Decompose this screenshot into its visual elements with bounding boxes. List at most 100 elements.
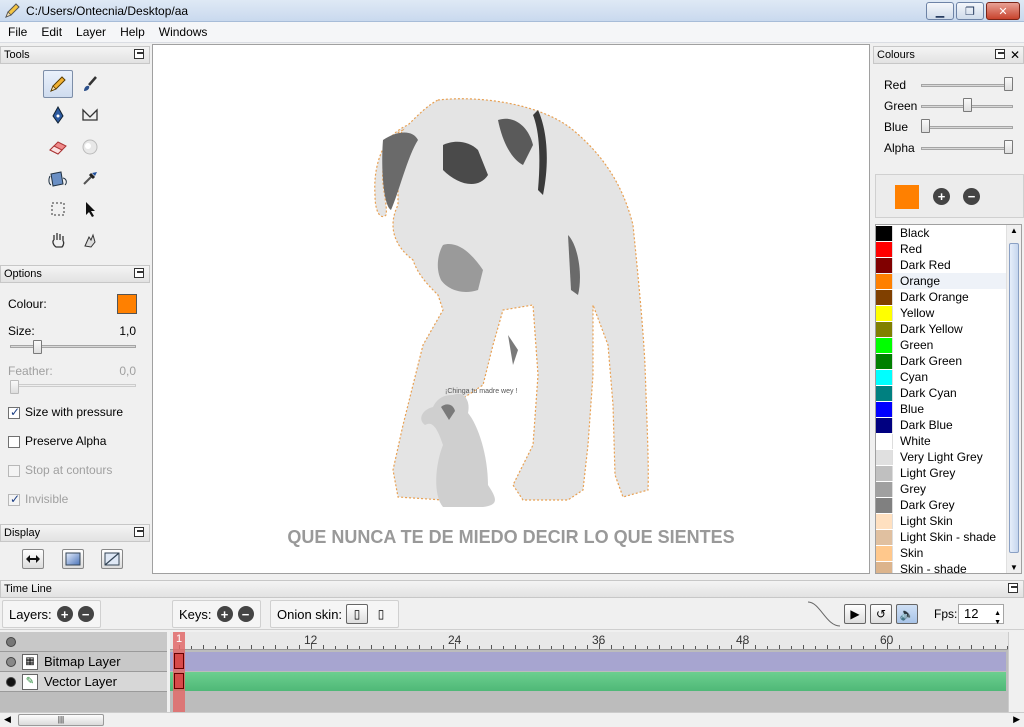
visibility-icon[interactable] bbox=[6, 656, 16, 667]
colour-list[interactable]: Black Red Dark Red Orange Dark Orange Yellow D… bbox=[875, 224, 1022, 574]
close-icon[interactable]: ✕ bbox=[1010, 47, 1020, 64]
colour-list-item[interactable]: Dark Grey bbox=[876, 497, 1008, 513]
colour-list-item[interactable]: Blue bbox=[876, 401, 1008, 417]
select-tool[interactable] bbox=[43, 195, 73, 223]
preserve-alpha-check[interactable] bbox=[8, 435, 20, 448]
size-pressure-checkbox[interactable]: Size with pressure bbox=[8, 405, 123, 419]
stop-contours-checkbox[interactable]: Stop at contours bbox=[8, 463, 112, 477]
size-slider-track[interactable] bbox=[10, 345, 136, 348]
current-colour-swatch[interactable] bbox=[895, 185, 919, 209]
alpha-slider-thumb[interactable] bbox=[1004, 140, 1013, 154]
keyframe[interactable] bbox=[174, 653, 184, 669]
remove-layer-button[interactable]: − bbox=[77, 606, 94, 622]
timeline-horizontal-scrollbar[interactable]: ||| ◀ ▶ bbox=[0, 712, 1024, 727]
pencil-tool[interactable] bbox=[43, 70, 73, 98]
colour-list-item[interactable]: Green bbox=[876, 337, 1008, 353]
frames-area[interactable]: 12 24 36 48 60 1 bbox=[170, 632, 1008, 712]
sound-button[interactable]: 🔈 bbox=[896, 604, 918, 624]
pen-tool[interactable] bbox=[43, 101, 73, 129]
invisible-checkbox[interactable]: Invisible bbox=[8, 492, 68, 506]
eraser-tool[interactable] bbox=[43, 133, 73, 161]
layer-row-bitmap[interactable]: ▦ Bitmap Layer bbox=[0, 652, 167, 672]
scroll-up-icon[interactable]: ▲ bbox=[1010, 226, 1018, 235]
diagonal-button[interactable] bbox=[101, 549, 123, 569]
colour-list-item[interactable]: Red bbox=[876, 241, 1008, 257]
onion-next-button[interactable]: ▯ bbox=[370, 604, 392, 624]
colour-list-scrollbar[interactable]: ▲ ▼ bbox=[1006, 225, 1021, 573]
float-icon[interactable] bbox=[134, 268, 144, 278]
fps-spinbox[interactable]: 12 ▲ ▼ bbox=[958, 604, 1004, 626]
scroll-down-icon[interactable]: ▼ bbox=[1010, 563, 1018, 572]
polyline-tool[interactable] bbox=[75, 101, 105, 129]
colour-list-item[interactable]: Black bbox=[876, 225, 1008, 241]
brush-tool[interactable] bbox=[75, 70, 105, 98]
colour-list-item[interactable]: Dark Green bbox=[876, 353, 1008, 369]
float-icon[interactable] bbox=[995, 49, 1005, 59]
maximize-button[interactable]: ❐ bbox=[956, 2, 984, 20]
preserve-alpha-checkbox[interactable]: Preserve Alpha bbox=[8, 434, 106, 448]
frame-ruler[interactable]: 12 24 36 48 60 bbox=[170, 632, 1008, 650]
hand-tool[interactable] bbox=[43, 226, 73, 254]
smudge-tool[interactable] bbox=[75, 133, 105, 161]
vector-layer-track[interactable] bbox=[170, 672, 1006, 691]
add-colour-button[interactable]: + bbox=[933, 188, 950, 205]
colour-list-item[interactable]: Dark Orange bbox=[876, 289, 1008, 305]
colour-list-item[interactable]: Skin bbox=[876, 545, 1008, 561]
pointer-tool[interactable] bbox=[75, 195, 105, 223]
scroll-thumb[interactable] bbox=[1009, 243, 1019, 553]
size-pressure-check[interactable] bbox=[8, 405, 20, 419]
drawing-canvas[interactable]: ¡Chinga tu madre wey ! QUE NUNCA TE DE M… bbox=[152, 44, 870, 574]
eyedropper-tool[interactable] bbox=[75, 164, 105, 192]
bitmap-layer-track[interactable] bbox=[170, 652, 1006, 671]
colour-list-item[interactable]: Light Grey bbox=[876, 465, 1008, 481]
stop-contours-check[interactable] bbox=[8, 464, 20, 477]
red-slider-track[interactable] bbox=[921, 84, 1013, 87]
remove-colour-button[interactable]: − bbox=[963, 188, 980, 205]
close-button[interactable]: ✕ bbox=[986, 2, 1020, 20]
colour-list-item[interactable]: Light Skin bbox=[876, 513, 1008, 529]
menu-file[interactable]: File bbox=[8, 25, 27, 39]
colour-list-item[interactable]: Dark Yellow bbox=[876, 321, 1008, 337]
colour-list-item[interactable]: Cyan bbox=[876, 369, 1008, 385]
flip-horizontal-button[interactable] bbox=[22, 549, 44, 569]
menu-windows[interactable]: Windows bbox=[159, 25, 208, 39]
layer-row-vector[interactable]: ✎ Vector Layer bbox=[0, 672, 167, 692]
size-slider-thumb[interactable] bbox=[33, 340, 43, 354]
scroll-right-icon[interactable]: ▶ bbox=[1013, 714, 1020, 725]
invisible-check[interactable] bbox=[8, 492, 20, 506]
colour-list-item[interactable]: White bbox=[876, 433, 1008, 449]
green-slider-thumb[interactable] bbox=[962, 98, 972, 112]
colour-list-item[interactable]: Dark Red bbox=[876, 257, 1008, 273]
colour-list-item[interactable]: Skin - shade bbox=[876, 561, 1008, 573]
loop-button[interactable]: ↺ bbox=[870, 604, 892, 624]
gradient-button[interactable] bbox=[62, 549, 84, 569]
colour-list-item[interactable]: Dark Cyan bbox=[876, 385, 1008, 401]
visibility-all-icon[interactable] bbox=[6, 636, 16, 647]
float-icon[interactable] bbox=[1008, 583, 1018, 593]
menu-help[interactable]: Help bbox=[120, 25, 145, 39]
feather-slider-thumb[interactable] bbox=[10, 380, 19, 394]
colour-list-item[interactable]: Very Light Grey bbox=[876, 449, 1008, 465]
add-key-button[interactable]: + bbox=[216, 606, 233, 622]
colour-swatch-button[interactable] bbox=[117, 294, 137, 314]
spin-down-icon[interactable]: ▼ bbox=[994, 614, 1001, 632]
colour-list-item[interactable]: Light Skin - shade bbox=[876, 529, 1008, 545]
blue-slider-thumb[interactable] bbox=[921, 119, 930, 133]
minimize-button[interactable]: ▁ bbox=[926, 2, 954, 20]
visibility-icon[interactable] bbox=[6, 676, 16, 687]
remove-key-button[interactable]: − bbox=[237, 606, 254, 622]
colour-list-item[interactable]: Orange bbox=[876, 273, 1008, 289]
smudge-hand-tool[interactable] bbox=[75, 226, 105, 254]
red-slider-thumb[interactable] bbox=[1004, 77, 1013, 91]
colour-list-item[interactable]: Grey bbox=[876, 481, 1008, 497]
feather-slider-track[interactable] bbox=[10, 384, 136, 387]
float-icon[interactable] bbox=[134, 527, 144, 537]
menu-layer[interactable]: Layer bbox=[76, 25, 106, 39]
menu-edit[interactable]: Edit bbox=[41, 25, 62, 39]
play-button[interactable]: ▶ bbox=[844, 604, 866, 624]
bucket-tool[interactable] bbox=[43, 164, 73, 192]
keyframe[interactable] bbox=[174, 673, 184, 689]
alpha-slider-track[interactable] bbox=[921, 147, 1013, 150]
colour-list-item[interactable]: Yellow bbox=[876, 305, 1008, 321]
frames-scrollbar[interactable] bbox=[1008, 632, 1024, 712]
